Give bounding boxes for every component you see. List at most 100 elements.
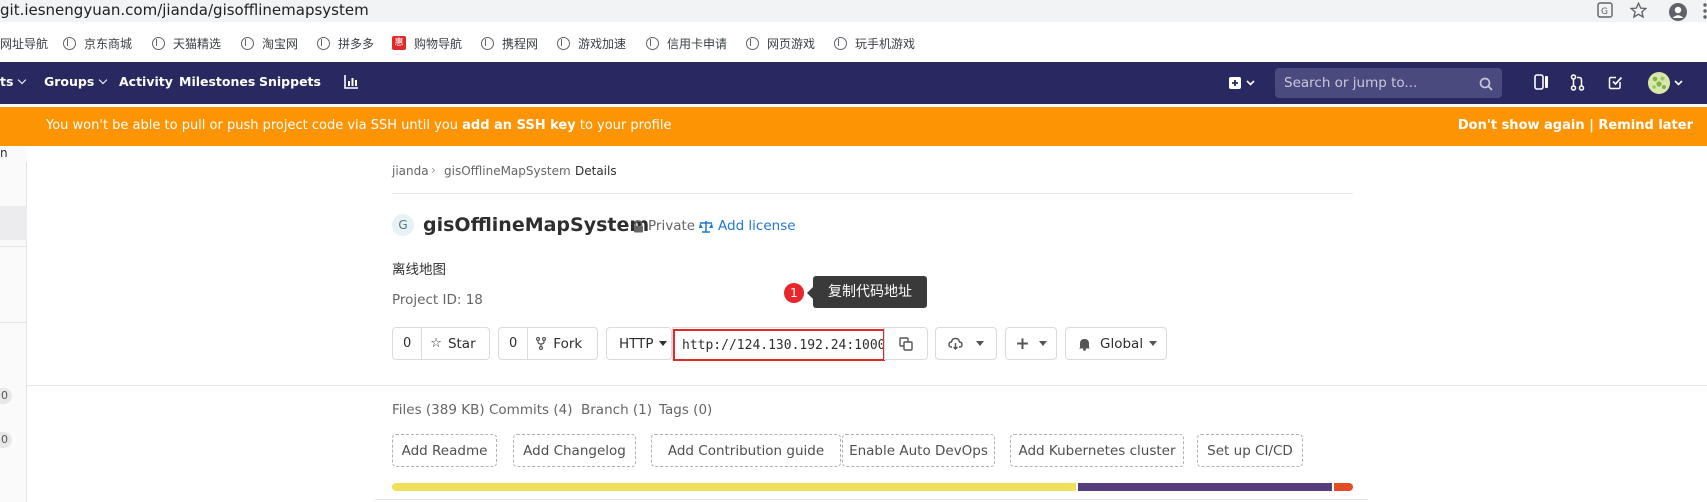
plus-icon: + bbox=[1015, 333, 1030, 354]
nav-label: ts bbox=[0, 74, 14, 89]
copy-icon bbox=[899, 336, 913, 351]
tab-files[interactable]: Files (389 KB) bbox=[392, 402, 485, 418]
translate-icon[interactable]: G bbox=[1596, 2, 1614, 20]
merge-request-icon[interactable] bbox=[1570, 74, 1585, 95]
bell-icon bbox=[1079, 338, 1090, 351]
user-avatar[interactable] bbox=[1647, 71, 1685, 99]
star-icon: ☆ bbox=[430, 336, 442, 351]
star-button[interactable]: 0 ☆ Star bbox=[392, 327, 490, 360]
bookmark-item[interactable]: 京东商城 bbox=[63, 34, 132, 52]
notification-dropdown[interactable]: Global bbox=[1065, 327, 1167, 360]
globe-icon bbox=[481, 36, 494, 50]
bookmark-item[interactable]: 信用卡申请 bbox=[646, 34, 727, 52]
project-description: 离线地图 bbox=[392, 262, 446, 278]
chevron-right-icon: › bbox=[562, 163, 567, 177]
sidebar-count-badge: 0 bbox=[0, 432, 12, 448]
nav-activity[interactable]: Activity bbox=[119, 74, 173, 89]
bookmark-label: 玩手机游戏 bbox=[855, 36, 916, 51]
protocol-dropdown[interactable]: HTTP bbox=[606, 327, 672, 360]
bookmark-item[interactable]: 天猫精选 bbox=[152, 34, 221, 52]
todo-icon[interactable] bbox=[1608, 75, 1623, 94]
section-divider bbox=[27, 385, 1707, 386]
repository-language-bar bbox=[392, 483, 1353, 491]
caret-down-icon bbox=[658, 341, 667, 346]
breadcrumb-jianda[interactable]: jianda bbox=[392, 164, 429, 178]
project-id: Project ID: 18 bbox=[392, 292, 483, 308]
fork-icon bbox=[536, 337, 547, 350]
banner-text: to your profile bbox=[575, 118, 672, 133]
sidebar-divider bbox=[0, 246, 27, 247]
lock-icon bbox=[633, 218, 644, 237]
copy-url-button[interactable] bbox=[884, 327, 928, 360]
add-readme-button[interactable]: Add Readme bbox=[392, 434, 497, 467]
scale-icon bbox=[699, 218, 713, 237]
bookmark-label: 拼多多 bbox=[338, 36, 375, 51]
add-kubernetes-cluster-button[interactable]: Add Kubernetes cluster bbox=[1010, 434, 1184, 467]
bookmark-item[interactable]: 惠购物导航 bbox=[392, 34, 462, 52]
fork-count: 0 bbox=[499, 328, 529, 359]
sidebar-divider bbox=[0, 322, 27, 323]
enable-auto-devops-button[interactable]: Enable Auto DevOps bbox=[842, 434, 995, 467]
bookmark-item[interactable]: 网页游戏 bbox=[746, 34, 815, 52]
setup-cicd-button[interactable]: Set up CI/CD bbox=[1197, 434, 1303, 467]
breadcrumb-details[interactable]: Details bbox=[575, 164, 617, 178]
search-box[interactable] bbox=[1275, 68, 1502, 98]
fork-label-wrap: Fork bbox=[528, 336, 592, 352]
star-count: 0 bbox=[393, 328, 423, 359]
svg-text:G: G bbox=[1601, 7, 1608, 17]
remind-later-link[interactable]: Remind later bbox=[1598, 118, 1693, 133]
add-dropdown[interactable]: + bbox=[1005, 327, 1057, 360]
dont-show-again-link[interactable]: Don't show again bbox=[1458, 118, 1585, 133]
globe-icon bbox=[63, 36, 76, 50]
add-contribution-guide-button[interactable]: Add Contribution guide bbox=[651, 434, 841, 467]
fork-button[interactable]: 0 Fork bbox=[498, 327, 598, 360]
content-border bbox=[375, 499, 1368, 500]
bookmark-label: 京东商城 bbox=[84, 36, 133, 51]
star-label-wrap: ☆ Star bbox=[422, 336, 485, 352]
bookmark-label: 网页游戏 bbox=[767, 36, 816, 51]
cloud-download-icon bbox=[948, 337, 963, 350]
tab-branch[interactable]: Branch (1) bbox=[581, 402, 652, 418]
nav-projects[interactable]: ts bbox=[0, 74, 27, 89]
bookmarks-bar: 网址导航 京东商城 天猫精选 淘宝网 拼多多 惠购物导航 携程网 游戏加速 信用… bbox=[0, 28, 1707, 58]
tab-commits[interactable]: Commits (4) bbox=[489, 402, 572, 418]
add-changelog-button[interactable]: Add Changelog bbox=[513, 434, 636, 467]
banner-actions: Don't show again | Remind later bbox=[1458, 118, 1693, 133]
address-url[interactable]: git.iesnengyuan.com/jianda/gisofflinemap… bbox=[0, 1, 369, 19]
tab-tags[interactable]: Tags (0) bbox=[659, 402, 712, 418]
bookmark-item[interactable]: 玩手机游戏 bbox=[834, 34, 915, 52]
bookmark-item[interactable]: 淘宝网 bbox=[241, 34, 298, 52]
sidebar-item-active[interactable] bbox=[0, 206, 27, 240]
nav-groups[interactable]: Groups bbox=[44, 74, 108, 89]
bookmark-item[interactable]: 网址导航 bbox=[0, 34, 48, 52]
bookmark-label: 网址导航 bbox=[0, 36, 49, 51]
chevron-right-icon: › bbox=[431, 163, 436, 177]
download-dropdown[interactable] bbox=[935, 327, 997, 360]
browser-address-bar[interactable]: git.iesnengyuan.com/jianda/gisofflinemap… bbox=[0, 0, 1707, 22]
profile-icon[interactable] bbox=[1668, 2, 1687, 21]
new-item-icon[interactable] bbox=[1229, 75, 1257, 94]
bookmark-label: 游戏加速 bbox=[578, 36, 627, 51]
search-icon[interactable] bbox=[1479, 76, 1493, 95]
chevron-down-icon bbox=[99, 75, 108, 85]
language-bar-segment bbox=[392, 483, 1077, 491]
nav-snippets[interactable]: Snippets bbox=[259, 74, 321, 89]
nav-label: Groups bbox=[44, 74, 95, 89]
add-ssh-key-link[interactable]: add an SSH key bbox=[462, 118, 576, 133]
issues-icon[interactable] bbox=[1534, 74, 1549, 94]
globe-icon bbox=[834, 36, 847, 50]
bookmark-item[interactable]: 游戏加速 bbox=[557, 34, 626, 52]
bookmark-star-icon[interactable] bbox=[1628, 1, 1648, 20]
clone-url-input[interactable] bbox=[673, 329, 885, 361]
bookmark-item[interactable]: 携程网 bbox=[481, 34, 538, 52]
browser-menu-icon[interactable] bbox=[1696, 2, 1707, 20]
protocol-label: HTTP bbox=[619, 335, 654, 352]
add-license-link[interactable]: Add license bbox=[718, 218, 796, 234]
breadcrumb-project[interactable]: gisOfflineMapSystem bbox=[444, 164, 571, 178]
chart-icon[interactable] bbox=[344, 74, 359, 93]
nav-milestones[interactable]: Milestones bbox=[179, 74, 255, 89]
bookmark-item[interactable]: 拼多多 bbox=[317, 34, 374, 52]
search-input[interactable] bbox=[1275, 68, 1475, 98]
notification-label: Global bbox=[1100, 335, 1144, 352]
globe-icon bbox=[241, 36, 254, 50]
